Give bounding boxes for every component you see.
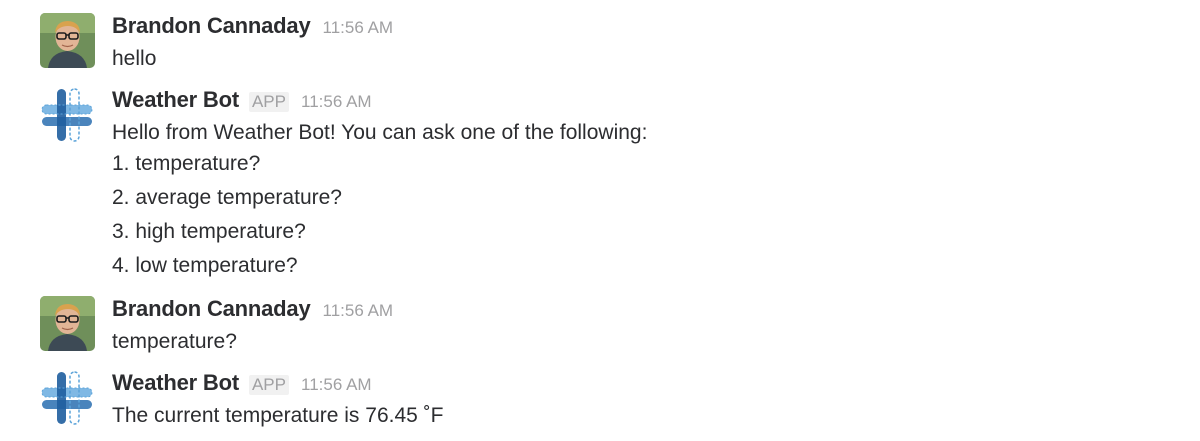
app-badge: APP (248, 375, 289, 395)
message-timestamp[interactable]: 11:56 AM (301, 375, 372, 395)
user-avatar[interactable] (40, 296, 95, 351)
hashtag-bot-icon (40, 87, 95, 142)
message-content: Weather Bot APP 11:56 AM Hello from Weat… (112, 87, 1180, 283)
sender-name[interactable]: Brandon Cannaday (112, 296, 311, 322)
message-content: Brandon Cannaday 11:56 AM temperature? (112, 296, 1180, 356)
app-badge: APP (248, 92, 289, 112)
message-content: Brandon Cannaday 11:56 AM hello (112, 13, 1180, 73)
bot-avatar[interactable] (40, 87, 95, 142)
message-text: The current temperature is 76.45 ˚F (112, 404, 444, 427)
message-header: Brandon Cannaday 11:56 AM (112, 13, 1180, 43)
bot-avatar[interactable] (40, 370, 95, 425)
message-header: Weather Bot APP 11:56 AM (112, 370, 1180, 400)
message-text: 4. low temperature? (112, 254, 298, 277)
message-header: Weather Bot APP 11:56 AM (112, 87, 1180, 117)
sender-name[interactable]: Brandon Cannaday (112, 13, 311, 39)
message-content: Weather Bot APP 11:56 AM The current tem… (112, 370, 1180, 430)
message-timestamp[interactable]: 11:56 AM (301, 92, 372, 112)
sender-name[interactable]: Weather Bot (112, 87, 239, 113)
message-text: hello (112, 47, 157, 70)
message-timestamp[interactable]: 11:56 AM (323, 18, 394, 38)
user-avatar[interactable] (40, 13, 95, 68)
message-text: temperature? (112, 330, 237, 353)
hashtag-bot-icon (40, 370, 95, 425)
message-text: 3. high temperature? (112, 220, 306, 243)
message-text: 1. temperature? (112, 152, 261, 175)
message-thread: Brandon Cannaday 11:56 AM hello Weather … (0, 0, 1200, 441)
message-timestamp[interactable]: 11:56 AM (323, 301, 394, 321)
message-header: Brandon Cannaday 11:56 AM (112, 296, 1180, 326)
user-avatar-icon (40, 296, 95, 351)
message-text: 2. average temperature? (112, 186, 342, 209)
sender-name[interactable]: Weather Bot (112, 370, 239, 396)
message-text: Hello from Weather Bot! You can ask one … (112, 121, 648, 144)
user-avatar-icon (40, 13, 95, 68)
